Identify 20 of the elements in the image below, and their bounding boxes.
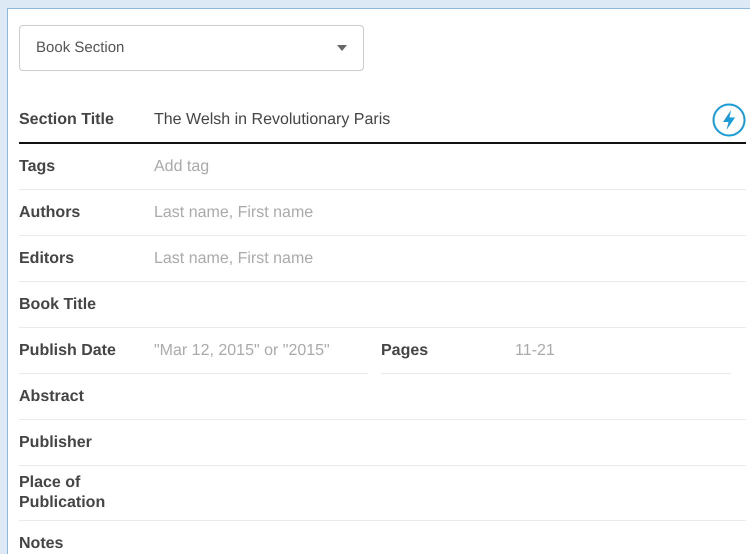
field-label: Tags — [19, 156, 56, 176]
item-type-dropdown[interactable]: Book Section — [19, 25, 364, 71]
field-label: Publish Date — [19, 340, 117, 360]
field-label: Section Title — [19, 110, 115, 130]
field-label: Pages — [381, 340, 430, 360]
field-label: Book Title — [19, 294, 98, 314]
field-label: Place of Publication — [19, 473, 106, 513]
field-label: Abstract — [19, 386, 85, 406]
text-field[interactable]: Add tag — [154, 154, 746, 178]
field-label: Authors — [19, 202, 82, 222]
text-field[interactable]: Last name, First name — [154, 246, 746, 270]
caret-icon — [337, 45, 347, 51]
pages-field[interactable]: 11-21 — [515, 338, 715, 362]
text-field[interactable]: Last name, First name — [154, 200, 746, 224]
lightning-icon[interactable] — [712, 103, 746, 137]
field-label: Editors — [19, 248, 76, 268]
field-label: Notes — [19, 534, 64, 554]
field-label: Publisher — [19, 432, 93, 452]
text-field[interactable]: The Welsh in Revolutionary Paris — [154, 108, 712, 132]
date-field[interactable]: "Mar 12, 2015" or "2015" — [154, 338, 364, 362]
